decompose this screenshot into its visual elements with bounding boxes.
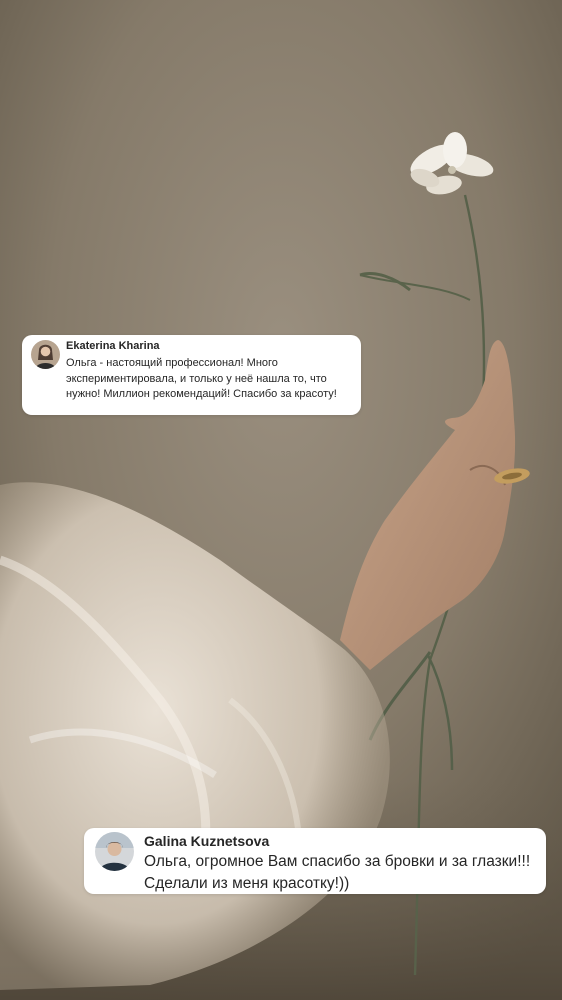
avatar[interactable]	[95, 832, 134, 871]
comment-author[interactable]: Ekaterina Kharina	[66, 340, 356, 353]
comment-text: Ольга - настоящий профессионал! Много эк…	[66, 357, 337, 400]
comment-card: Galina Kuznetsova Ольга, огромное Вам сп…	[84, 828, 546, 894]
comment-author[interactable]: Galina Kuznetsova	[144, 833, 539, 849]
avatar[interactable]	[31, 340, 60, 369]
comment-text: Ольга, огромное Вам спасибо за бровки и …	[144, 853, 531, 892]
comment-card: Ekaterina Kharina Ольга - настоящий проф…	[22, 335, 361, 415]
